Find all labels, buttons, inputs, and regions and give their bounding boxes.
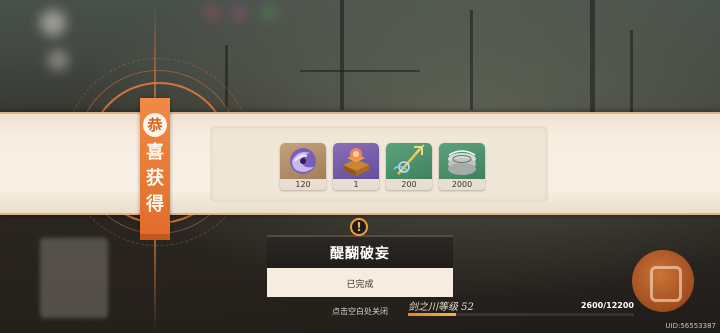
background-mast [470,10,473,110]
background-flag [232,8,246,18]
title-char-2: 喜 [146,142,164,163]
scroll-coins-icon [448,150,476,175]
exclamation-icon: ! [350,218,368,236]
title-char-3: 获 [146,168,164,189]
background-orb-emblem [650,266,682,302]
background-flag [205,8,219,18]
banner-border [0,213,720,215]
exp-progress-bar [408,313,634,316]
purple-swirl-orb-icon [290,148,316,174]
golden-trident-icon [393,144,425,175]
background-mast [630,30,633,112]
exp-value: 2600/12200 [580,301,634,310]
reward-item[interactable]: 2000 [439,143,485,190]
level-label: 剑之川等级 52 [408,302,474,313]
background-rope [300,70,420,72]
reward-count: 2000 [439,179,485,190]
reward-count: 1 [333,179,379,190]
background-mast [590,0,595,112]
reward-count: 120 [280,179,326,190]
reward-count: 200 [386,179,432,190]
uid-label: UID:56553387 [665,322,716,330]
background-mast [340,0,344,110]
banner-border [0,112,720,114]
tap-to-close-hint[interactable]: 点击空白处关闭 [305,306,415,317]
title-char-4: 得 [146,194,164,215]
title-char-1: 恭 [143,113,167,137]
reward-item[interactable]: 120 [280,143,326,190]
treasure-chest-icon [343,148,369,176]
reward-items-panel [210,126,548,202]
background-lantern [40,10,66,36]
reward-item[interactable]: 200 [386,143,432,190]
background-card [40,238,108,318]
reward-item[interactable]: 1 [333,143,379,190]
quest-name: 醍醐破妄 [330,246,390,262]
quest-status: 已完成 [346,280,374,290]
background-lantern [48,50,68,70]
exp-progress-fill [408,313,457,316]
background-flag [262,8,276,18]
